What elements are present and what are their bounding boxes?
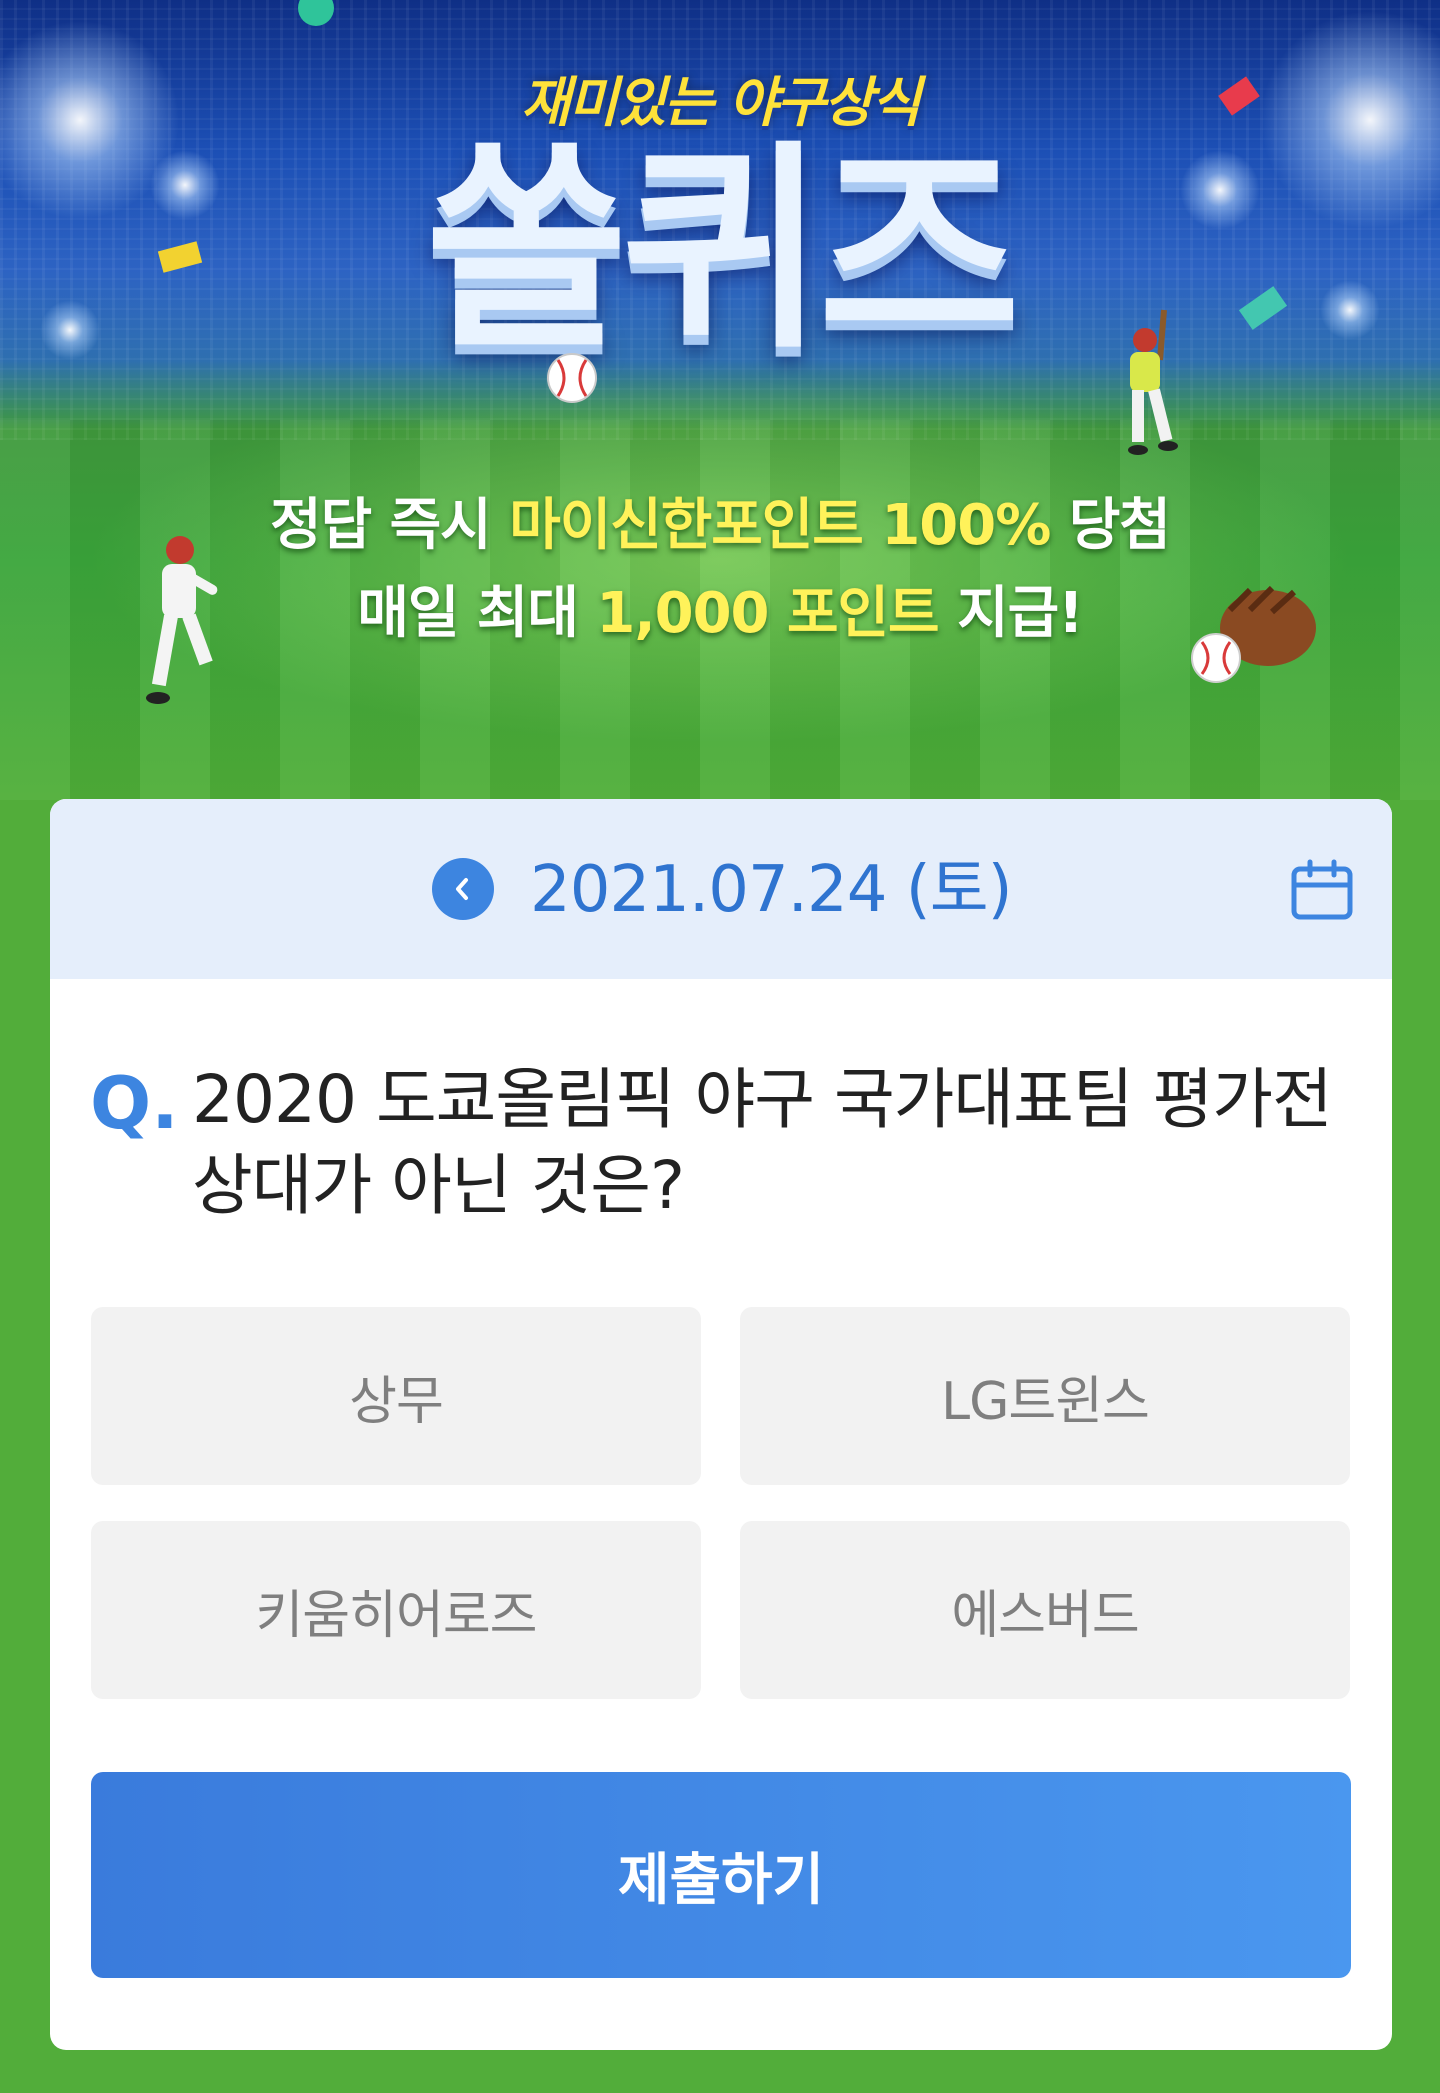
baseball-icon <box>547 353 597 403</box>
promo-text: 정답 즉시 <box>270 493 510 558</box>
banner-promo-line-1: 정답 즉시 마이신한포인트 100% 당첨 <box>0 480 1440 561</box>
calendar-button[interactable] <box>1290 859 1354 923</box>
answer-option[interactable]: 키움히어로즈 <box>91 1521 701 1699</box>
quiz-date: 2021.07.24 (토) <box>530 853 1013 927</box>
promo-text: 당첨 <box>1050 493 1171 558</box>
date-bar: 2021.07.24 (토) <box>50 799 1392 979</box>
question-text: 2020 도쿄올림픽 야구 국가대표팀 평가전 상대가 아닌 것은? <box>192 1061 1333 1224</box>
promo-highlight: 마이신한포인트 100% <box>509 493 1051 558</box>
promo-text: 매일 최대 <box>357 581 597 646</box>
promo-text: 지급! <box>938 581 1084 646</box>
chevron-left-icon <box>456 878 468 900</box>
banner-title: 쏠퀴즈 <box>425 122 1020 378</box>
calendar-icon <box>1291 859 1353 920</box>
promo-highlight: 1,000 포인트 <box>596 581 939 646</box>
batter-icon <box>1128 309 1178 455</box>
answer-option[interactable]: 상무 <box>91 1307 701 1485</box>
question-marker: Q. <box>90 1061 179 1145</box>
banner-promo-line-2: 매일 최대 1,000 포인트 지급! <box>0 568 1440 649</box>
answer-option[interactable]: LG트윈스 <box>740 1307 1350 1485</box>
submit-button[interactable]: 제출하기 <box>91 1772 1351 1978</box>
quiz-card: 2021.07.24 (토) Q. 2020 도쿄올림픽 야구 국가대표팀 평가… <box>50 799 1392 2050</box>
hero-banner: 재미있는 야구상식 쏠퀴즈 정답 즉시 마이신한포인트 100% 당첨 매일 최… <box>0 0 1440 800</box>
prev-date-button[interactable] <box>432 858 494 920</box>
answer-option[interactable]: 에스버드 <box>740 1521 1350 1699</box>
